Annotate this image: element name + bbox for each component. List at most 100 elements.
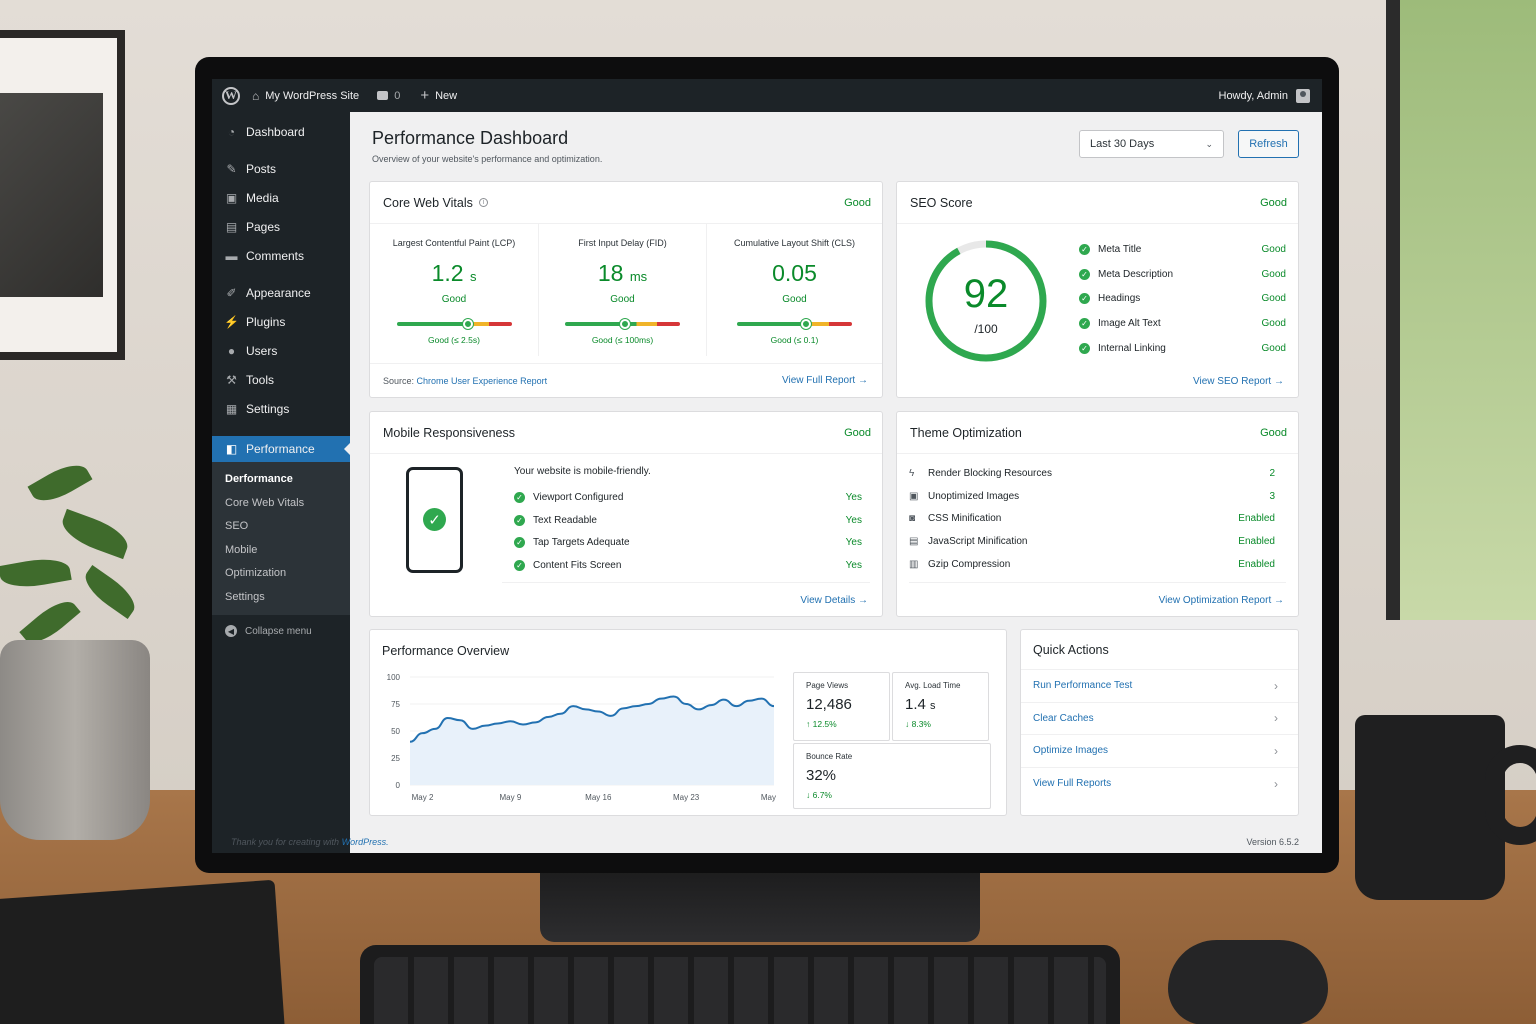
seo-score-max: /100	[974, 322, 998, 336]
sidebar-item-settings[interactable]: ▦ Settings	[212, 394, 350, 423]
collapse-arrow-icon: ◀	[225, 625, 237, 637]
chevron-down-icon: ⌄	[1205, 138, 1213, 149]
account-menu[interactable]: Howdy, Admin	[1219, 88, 1310, 103]
archive-icon: ▥	[909, 558, 919, 570]
admin-footer-text: Thank you for creating with WordPress.	[231, 837, 389, 847]
smartphone-icon: ✓	[406, 467, 463, 573]
list-item: ✓ Headings Good	[1079, 286, 1286, 311]
submenu-item-optimization[interactable]: Optimization	[212, 562, 350, 586]
y-tick-label: 25	[391, 754, 400, 763]
plus-icon: +	[420, 87, 430, 104]
check-icon: ✓	[514, 514, 525, 526]
list-item: ✓ Meta Title Good	[1079, 237, 1286, 262]
list-item: ✓ Image Alt Text Good	[1079, 311, 1286, 336]
sidebar-item-posts[interactable]: ✎ Posts	[212, 154, 350, 183]
comments-link[interactable]: 0	[377, 90, 400, 102]
user-icon: ●	[227, 343, 236, 358]
list-item: ✓ Text Readable Yes	[514, 509, 862, 532]
wall-picture-frame	[0, 30, 125, 360]
collapse-menu-button[interactable]: ◀ Collapse menu	[212, 615, 350, 647]
list-item: ϟ Render Blocking Resources 2	[909, 467, 1275, 479]
status-badge: Good	[1260, 426, 1287, 439]
submenu-item-derformance[interactable]: Derformance	[212, 468, 350, 492]
coffee-mug	[1355, 715, 1505, 900]
wordpress-link[interactable]: WordPress.	[342, 837, 389, 847]
submenu-item-core-web-vitals[interactable]: Core Web Vitals	[212, 492, 350, 516]
check-icon: ✓	[1079, 342, 1090, 354]
status-badge: Good	[844, 196, 871, 209]
main-content: Performance Dashboard Overview of your w…	[350, 112, 1322, 853]
bolt-icon: ϟ	[909, 467, 915, 479]
date-range-select[interactable]: Last 30 Days ⌄	[1079, 130, 1224, 158]
new-content-link[interactable]: + New	[420, 87, 457, 104]
refresh-button[interactable]: Refresh	[1238, 130, 1299, 158]
page-title: Performance Dashboard	[372, 128, 569, 148]
chevron-right-icon: ›	[1274, 776, 1278, 791]
performance-overview-card: Performance Overview 0 25 50 75 100 May 2 May …	[369, 629, 1007, 816]
sidebar-item-comments[interactable]: ▬ Comments	[212, 241, 350, 270]
fid-score-bar	[565, 319, 680, 329]
brush-icon: ✐	[226, 285, 237, 300]
js-icon: ▤	[909, 535, 919, 547]
sidebar-item-tools[interactable]: ⚒ Tools	[212, 365, 350, 394]
sidebar-item-dashboard[interactable]: ◔ Dashboard	[212, 117, 350, 146]
y-tick-label: 50	[391, 727, 400, 736]
check-icon: ✓	[423, 508, 446, 531]
seo-checks-list: ✓ Meta Title Good ✓ Meta Description Good ✓ H…	[1079, 237, 1286, 360]
sidebar-item-media[interactable]: ▣ Media	[212, 183, 350, 212]
performance-icon: ◧	[225, 442, 238, 456]
submenu-item-seo[interactable]: SEO	[212, 515, 350, 539]
sidebar-item-pages[interactable]: ▤ Pages	[212, 212, 350, 241]
y-tick-label: 100	[387, 673, 401, 682]
comments-count: 0	[394, 89, 401, 102]
plugin-icon: ⚡	[224, 314, 239, 329]
fid-marker	[619, 319, 630, 329]
wordpress-logo-icon[interactable]: W	[222, 86, 240, 105]
x-tick-label: May 2	[412, 793, 434, 802]
view-full-report-link[interactable]: View Full Report →	[782, 375, 868, 386]
info-icon[interactable]: i	[478, 198, 488, 207]
list-item: ✓ Meta Description Good	[1079, 262, 1286, 287]
notebook	[0, 879, 285, 1024]
view-details-link[interactable]: View Details →	[800, 595, 868, 606]
check-icon: ✓	[1079, 243, 1090, 255]
y-tick-label: 75	[391, 700, 400, 709]
list-item: ✓ Internal Linking Good	[1079, 336, 1286, 361]
site-name-link[interactable]: ⌂ My WordPress Site	[252, 89, 359, 103]
sidebar-item-performance[interactable]: ◧ Performance	[212, 436, 351, 462]
monitor-screen: W ⌂ My WordPress Site 0 + New Howdy, Adm…	[212, 79, 1322, 853]
bounce-rate-stat: Bounce Rate 32% ↓ 6.7%	[793, 743, 991, 809]
sidebar-item-plugins[interactable]: ⚡ Plugins	[212, 307, 350, 336]
image-icon: ▣	[909, 490, 919, 502]
vital-lcp: Largest Contentful Paint (LCP) 1.2 s Goo…	[392, 238, 516, 345]
seo-score-card: SEO Score Good 92 /100 ✓ Meta Title Good ✓…	[896, 181, 1299, 398]
vital-cls: Cumulative Layout Shift (CLS) 0.05 Good …	[706, 224, 882, 356]
submenu-item-mobile[interactable]: Mobile	[212, 539, 350, 563]
x-tick-label: May 30	[761, 793, 778, 802]
card-title: Theme Optimization	[910, 425, 1022, 440]
sidebar-item-users[interactable]: ● Users	[212, 336, 350, 365]
card-title: Quick Actions	[1033, 642, 1109, 657]
optimize-images-link[interactable]: Optimize Images ›	[1021, 735, 1298, 768]
submenu-item-settings[interactable]: Settings	[212, 586, 350, 610]
view-full-reports-link[interactable]: View Full Reports ›	[1021, 768, 1298, 801]
list-item: ▥ Gzip Compression Enabled	[909, 558, 1275, 570]
status-badge: Good	[1260, 196, 1287, 209]
quick-actions-card: Quick Actions Run Performance Test › Clea…	[1020, 629, 1299, 816]
clear-caches-link[interactable]: Clear Caches ›	[1021, 703, 1298, 735]
check-icon: ✓	[514, 491, 525, 503]
chevron-right-icon: ›	[1274, 678, 1278, 693]
run-performance-test-link[interactable]: Run Performance Test ›	[1021, 670, 1298, 703]
version-label: Version 6.5.2	[1246, 837, 1299, 847]
source-link[interactable]: Chrome User Experience Report	[417, 376, 548, 386]
monitor-stand	[540, 872, 980, 942]
new-label: New	[435, 89, 458, 102]
card-title: Core Web Vitals	[383, 195, 473, 210]
list-item: ◙ CSS Minification Enabled	[909, 513, 1275, 525]
check-icon: ✓	[514, 537, 525, 549]
comment-bubble-icon	[377, 91, 389, 100]
view-optimization-report-link[interactable]: View Optimization Report →	[1159, 595, 1284, 606]
chevron-right-icon: ›	[1274, 711, 1278, 726]
sidebar-item-appearance[interactable]: ✐ Appearance	[212, 278, 350, 307]
view-seo-report-link[interactable]: View SEO Report →	[1193, 376, 1284, 387]
